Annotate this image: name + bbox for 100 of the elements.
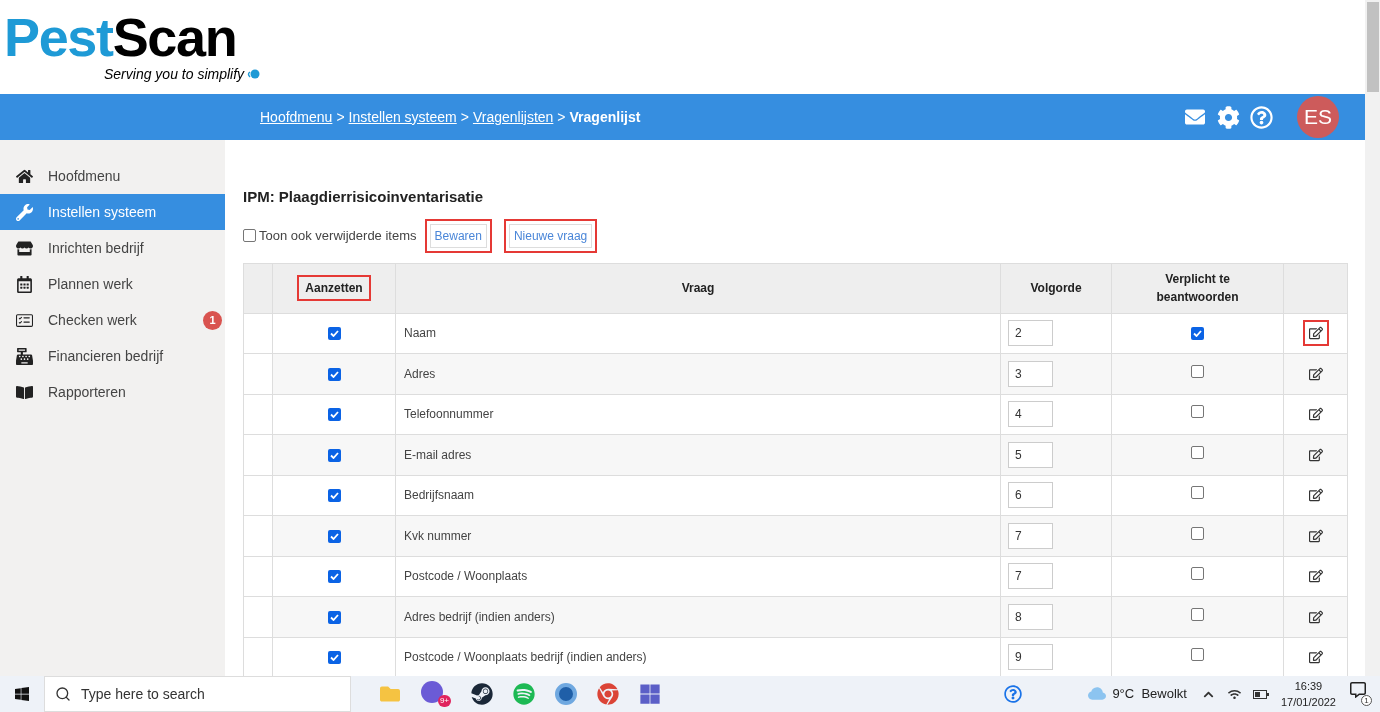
check-icon [329, 330, 339, 338]
check-icon [329, 492, 339, 500]
wifi-icon[interactable] [1227, 687, 1241, 701]
app-badge: 9+ [437, 695, 451, 707]
search-icon [55, 686, 71, 702]
required-checkbox[interactable] [1191, 526, 1204, 540]
check-icon [1193, 330, 1202, 338]
toolbar-button[interactable]: Bewaren [429, 223, 487, 248]
enable-checkbox[interactable] [327, 489, 341, 503]
mail-icon[interactable] [1183, 107, 1207, 127]
order-input[interactable]: 3 [1008, 360, 1053, 387]
help-icon[interactable] [1004, 685, 1023, 703]
enable-checkbox[interactable] [327, 529, 341, 543]
enable-checkbox[interactable] [327, 408, 341, 422]
edit-icon [1308, 366, 1323, 381]
check-icon [329, 573, 339, 581]
sidebar-item[interactable]: Inrichten bedrijf [0, 230, 225, 266]
question-text: Bedrijfsnaam [404, 488, 475, 503]
edit-icon [1308, 447, 1323, 462]
question-text: Kvk nummer [404, 528, 472, 543]
required-checkbox[interactable] [1191, 486, 1204, 500]
order-input[interactable]: 4 [1008, 401, 1053, 428]
required-checkbox[interactable] [1191, 327, 1204, 341]
cash-register-icon [16, 347, 33, 365]
chrome-icon[interactable] [597, 683, 619, 705]
user-avatar[interactable]: ES [1297, 96, 1339, 138]
order-input[interactable]: 9 [1008, 644, 1053, 671]
question-text: Postcode / Woonplaats bedrijf (indien anders) [404, 650, 647, 665]
steam-icon[interactable] [471, 683, 493, 705]
cloud-icon [1088, 685, 1107, 703]
check-icon [329, 451, 339, 459]
notification-badge: 1 [203, 310, 222, 330]
required-checkbox[interactable] [1191, 445, 1204, 459]
check-icon [329, 532, 339, 540]
logo-mark-icon [246, 69, 261, 79]
battery-icon[interactable] [1252, 689, 1269, 699]
enable-checkbox[interactable] [327, 651, 341, 665]
column-header: Volgorde [1029, 280, 1083, 297]
order-input[interactable]: 7 [1008, 563, 1053, 590]
question-text: E-mail adres [404, 447, 472, 462]
check-icon [329, 411, 339, 419]
column-header: Aanzetten [297, 275, 371, 301]
edit-icon [1308, 528, 1323, 543]
edit-button[interactable] [1302, 320, 1329, 347]
order-input[interactable]: 2 [1008, 320, 1053, 347]
enable-checkbox[interactable] [327, 327, 341, 341]
show-deleted-checkbox[interactable] [243, 229, 256, 242]
question-text: Naam [404, 326, 436, 341]
sidebar-item[interactable]: Financieren bedrijf [0, 338, 225, 374]
settings-icon[interactable] [1217, 105, 1240, 129]
sidebar-item[interactable]: Checken werk 1 [0, 302, 225, 338]
home-icon [16, 167, 33, 185]
logo-text: PestScan [4, 9, 237, 64]
required-checkbox[interactable] [1191, 607, 1204, 621]
windows-start-icon[interactable] [14, 686, 30, 702]
sidebar-item[interactable]: Rapporteren [0, 374, 225, 410]
check-icon [329, 613, 339, 621]
required-checkbox[interactable] [1191, 567, 1204, 581]
notifications-icon[interactable] [1350, 682, 1366, 698]
checklist-icon [16, 311, 33, 329]
edit-icon [1308, 326, 1323, 341]
order-input[interactable]: 7 [1008, 522, 1053, 549]
notification-count: 1 [1361, 695, 1372, 706]
column-header: Vraag [680, 280, 716, 297]
order-input[interactable]: 8 [1008, 603, 1053, 630]
question-text: Telefoonnummer [404, 407, 494, 422]
edit-icon [1308, 609, 1323, 624]
app-icon[interactable] [555, 683, 577, 705]
breadcrumb-separator: > [557, 107, 566, 127]
sidebar-item[interactable]: Hoofdmenu [0, 158, 225, 194]
order-input[interactable]: 6 [1008, 482, 1053, 509]
edit-icon [1308, 488, 1323, 503]
required-checkbox[interactable] [1191, 364, 1204, 378]
question-text: Postcode / Woonplaats [404, 569, 528, 584]
breadcrumb-current: Vragenlijst [569, 107, 641, 127]
breadcrumb-separator: > [336, 107, 345, 127]
column-header: Verplicht te beantwoorden [1155, 271, 1240, 306]
sidebar-item[interactable]: Plannen werk [0, 266, 225, 302]
enable-checkbox[interactable] [327, 570, 341, 584]
enable-checkbox[interactable] [327, 448, 341, 462]
calendar-icon [16, 275, 33, 293]
order-input[interactable]: 5 [1008, 441, 1053, 468]
enable-checkbox[interactable] [327, 367, 341, 381]
required-checkbox[interactable] [1191, 405, 1204, 419]
show-deleted-label: Toon ook verwijderde items [259, 226, 417, 245]
question-text: Adres bedrijf (indien anders) [404, 609, 555, 624]
edit-icon [1308, 650, 1323, 665]
required-checkbox[interactable] [1191, 648, 1204, 662]
logo-tagline: Serving you to simplify [104, 64, 245, 84]
page-title: IPM: Plaagdierrisicoinventarisatie [243, 187, 485, 207]
enable-checkbox[interactable] [327, 610, 341, 624]
help-icon[interactable] [1250, 105, 1273, 129]
clock-time[interactable]: 16:39 [1294, 678, 1323, 694]
toolbar-button[interactable]: Nieuwe vraag [508, 223, 593, 248]
clock-date[interactable]: 17/01/2022 [1280, 694, 1336, 710]
weather-text[interactable]: 9°C Bewolkt [1112, 684, 1187, 704]
check-icon [329, 370, 339, 378]
breadcrumb-separator: > [460, 107, 469, 127]
taskbar-search-field[interactable]: Type here to search [44, 676, 351, 712]
check-icon [329, 654, 339, 662]
